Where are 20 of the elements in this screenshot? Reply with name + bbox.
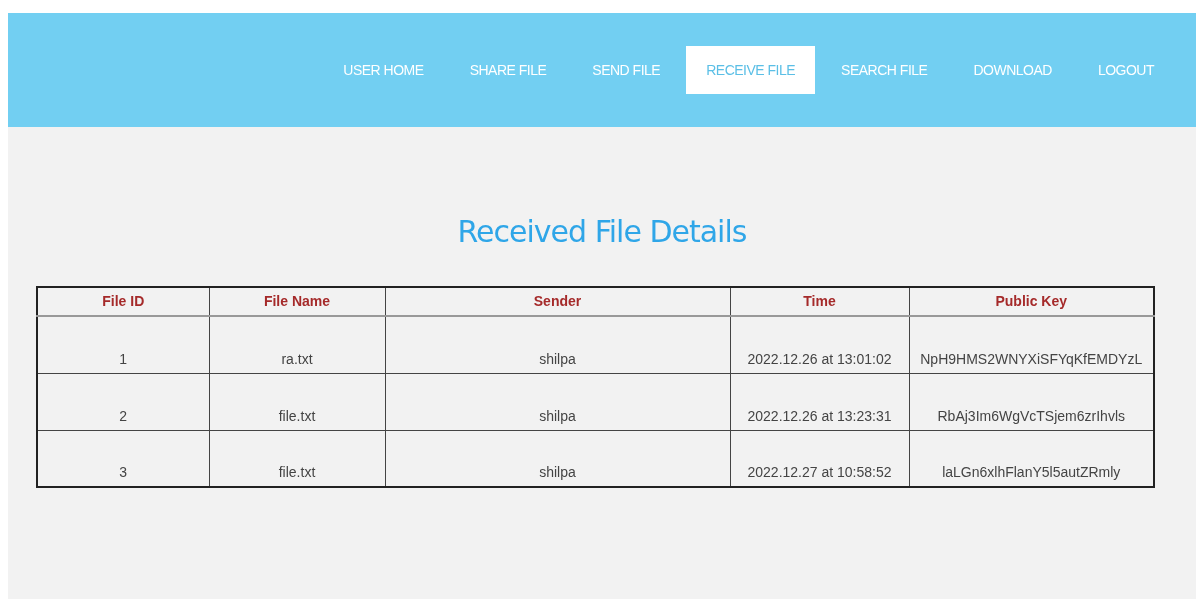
column-header: Time [730, 287, 909, 316]
table-cell: 2 [37, 373, 209, 430]
nav-link[interactable]: SHARE FILE [449, 46, 567, 94]
column-header: Sender [385, 287, 730, 316]
table-cell: ra.txt [209, 316, 385, 373]
nav-link[interactable]: SEND FILE [572, 46, 681, 94]
table-cell: 1 [37, 316, 209, 373]
column-header: File ID [37, 287, 209, 316]
table-cell: file.txt [209, 373, 385, 430]
table-cell: 2022.12.26 at 13:23:31 [730, 373, 909, 430]
nav-link[interactable]: RECEIVE FILE [686, 46, 816, 94]
column-header: File Name [209, 287, 385, 316]
table-cell: shilpa [385, 373, 730, 430]
nav-link[interactable]: SEARCH FILE [821, 46, 948, 94]
table-cell: 2022.12.26 at 13:01:02 [730, 316, 909, 373]
page-title: Received File Details [457, 213, 747, 251]
nav-link[interactable]: LOGOUT [1077, 46, 1174, 94]
nav-link[interactable]: DOWNLOAD [953, 46, 1072, 94]
table-cell: shilpa [385, 316, 730, 373]
nav-link[interactable]: USER HOME [323, 46, 444, 94]
